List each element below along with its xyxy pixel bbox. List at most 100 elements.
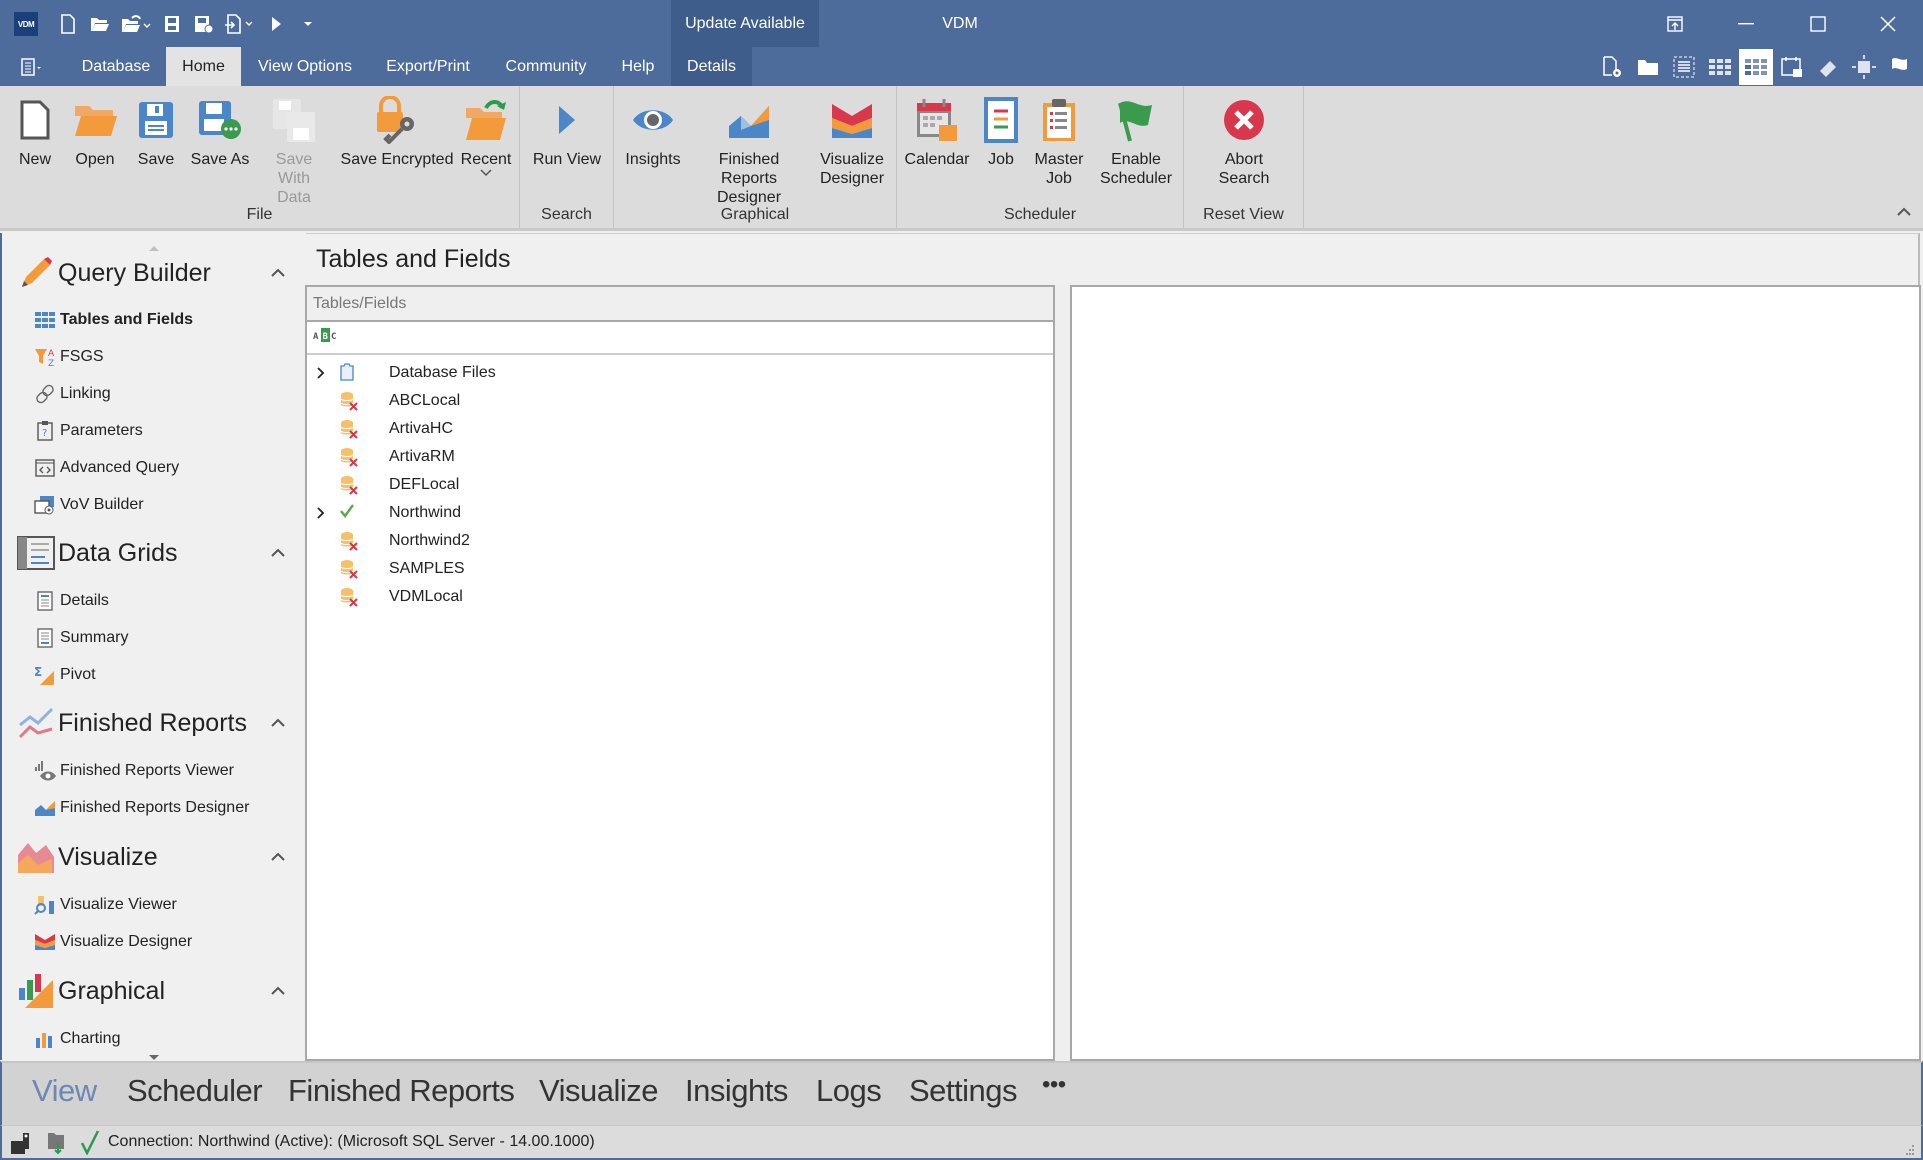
tab-view-options[interactable]: View Options [241, 47, 369, 86]
collapse-chevron-icon[interactable] [266, 979, 290, 1003]
sidebar-item-finished-reports-designer[interactable]: Finished Reports Designer [34, 794, 249, 822]
save-icon[interactable] [156, 8, 188, 40]
calendar-button[interactable]: Calendar [903, 98, 971, 169]
tab-details[interactable]: Details [671, 47, 752, 86]
nav-insights[interactable]: Insights [685, 1073, 788, 1109]
collapse-chevron-icon[interactable] [266, 845, 290, 869]
sidebar-item-advanced-query[interactable]: Advanced Query [34, 454, 179, 482]
import-icon[interactable] [220, 8, 260, 40]
tree-item[interactable]: DEFLocal [307, 471, 1053, 499]
recent-button[interactable]: Recent [460, 98, 512, 177]
open-recent-icon[interactable] [116, 8, 156, 40]
nav-finished-reports[interactable]: Finished Reports [288, 1073, 515, 1109]
save-as-icon[interactable] [188, 8, 220, 40]
abc-filter-icon[interactable]: ABC [313, 328, 339, 347]
update-available-button[interactable]: Update Available [671, 0, 819, 47]
expand-chevron-icon[interactable] [313, 365, 329, 381]
tree-item[interactable]: VDMLocal [307, 583, 1053, 611]
run-icon[interactable] [260, 8, 292, 40]
collapse-chevron-icon[interactable] [266, 261, 290, 285]
new-button[interactable]: New [14, 98, 56, 169]
section-data-grids[interactable]: Data Grids [16, 533, 296, 573]
master-job-button[interactable]: Master Job [1031, 98, 1087, 188]
page-settings-icon[interactable] [1595, 49, 1629, 85]
sidebar-item-finished-reports-viewer[interactable]: Finished Reports Viewer [34, 757, 234, 785]
resize-grip-icon[interactable] [1903, 1144, 1915, 1160]
connected-check-icon [80, 1129, 100, 1160]
tree-item[interactable]: ArtivaHC [307, 415, 1053, 443]
minimize-button[interactable] [1718, 0, 1774, 47]
run-view-button[interactable]: Run View [528, 98, 606, 169]
sidebar-item-visualize-designer[interactable]: Visualize Designer [34, 928, 192, 956]
nav-scheduler[interactable]: Scheduler [127, 1073, 263, 1109]
abort-search-button[interactable]: Abort Search [1202, 98, 1286, 188]
app-menu-button[interactable] [10, 47, 54, 86]
sidebar-item-details[interactable]: Details [34, 587, 109, 615]
finished-reports-designer-button[interactable]: Finished Reports Designer [690, 98, 808, 207]
tab-database[interactable]: Database [66, 47, 166, 86]
section-finished-reports[interactable]: Finished Reports [16, 703, 296, 743]
collapse-ribbon-icon[interactable] [1896, 204, 1912, 218]
nav-visualize[interactable]: Visualize [539, 1073, 659, 1109]
sidebar-item-linking[interactable]: Linking [34, 380, 111, 408]
filter-row[interactable]: ABC [307, 322, 1053, 355]
enable-scheduler-button[interactable]: Enable Scheduler [1097, 98, 1175, 188]
tab-home[interactable]: Home [166, 47, 241, 86]
tree-item[interactable]: Northwind [307, 499, 1053, 527]
clipboard-icon [1037, 98, 1081, 142]
close-button[interactable] [1860, 0, 1916, 47]
tree-item[interactable]: Northwind2 [307, 527, 1053, 555]
save-with-data-button[interactable]: Save With Data [258, 98, 330, 207]
tree-item[interactable]: SAMPLES [307, 555, 1053, 583]
nav-view[interactable]: View [32, 1073, 97, 1109]
sidebar-item-pivot[interactable]: Σ Pivot [34, 661, 96, 689]
connection-device-icon[interactable] [10, 1131, 32, 1160]
sidebar-item-fsgs[interactable]: AZ FSGS [34, 343, 104, 371]
maximize-button[interactable] [1790, 0, 1846, 47]
save-encrypted-button[interactable]: Save Encrypted [338, 96, 456, 169]
open-folder-icon[interactable] [84, 8, 116, 40]
nav-settings[interactable]: Settings [909, 1073, 1018, 1109]
visualize-designer-button[interactable]: Visualize Designer [814, 98, 890, 188]
sidebar-item-charting[interactable]: Charting [34, 1025, 120, 1053]
eraser-icon[interactable] [1811, 49, 1845, 85]
folder-icon[interactable] [1631, 49, 1665, 85]
tab-help[interactable]: Help [605, 47, 671, 86]
fit-icon[interactable] [1847, 49, 1881, 85]
insights-button[interactable]: Insights [622, 98, 684, 169]
grid-active-icon[interactable] [1739, 49, 1773, 85]
customize-dropdown-icon[interactable] [292, 8, 324, 40]
tab-community[interactable]: Community [487, 47, 605, 86]
expand-chevron-icon[interactable] [313, 505, 329, 521]
section-query-builder[interactable]: Query Builder [16, 253, 296, 293]
sidebar-item-vov-builder[interactable]: VoV Builder [34, 491, 144, 519]
restore-layout-icon[interactable] [1647, 0, 1703, 47]
collapse-chevron-icon[interactable] [266, 711, 290, 735]
new-file-icon[interactable] [52, 8, 84, 40]
section-graphical[interactable]: Graphical [16, 971, 296, 1011]
flag-icon[interactable] [1883, 49, 1917, 85]
section-visualize[interactable]: Visualize [16, 837, 296, 877]
sidebar-item-visualize-viewer[interactable]: Visualize Viewer [34, 891, 177, 919]
sidebar-item-parameters[interactable]: ? Parameters [34, 417, 143, 445]
grid-icon[interactable] [1703, 49, 1737, 85]
tree-item[interactable]: ABCLocal [307, 387, 1053, 415]
save-button[interactable]: Save [134, 98, 178, 169]
open-button[interactable]: Open [70, 98, 120, 169]
nav-logs[interactable]: Logs [816, 1073, 882, 1109]
tab-export-print[interactable]: Export/Print [369, 47, 487, 86]
job-button[interactable]: Job [979, 97, 1023, 169]
save-as-button[interactable]: Save As [190, 98, 250, 169]
tree-item[interactable]: ArtivaRM [307, 443, 1053, 471]
sidebar-item-tables-and-fields[interactable]: Tables and Fields [34, 306, 193, 334]
download-folder-icon[interactable] [46, 1131, 66, 1160]
select-all-icon[interactable] [1667, 49, 1701, 85]
panel-splitter[interactable] [1055, 285, 1070, 1061]
calendar-grid-icon[interactable] [1775, 49, 1809, 85]
sidebar-item-summary[interactable]: Summary [34, 624, 128, 652]
nav-more[interactable]: ••• [1042, 1071, 1066, 1099]
tree-item[interactable]: Database Files [307, 359, 1053, 387]
sidebar-scroll-down-icon[interactable] [148, 1048, 160, 1060]
ribbon-group-scheduler: Calendar Job Master Job Enable Scheduler… [897, 86, 1184, 228]
collapse-chevron-icon[interactable] [266, 541, 290, 565]
